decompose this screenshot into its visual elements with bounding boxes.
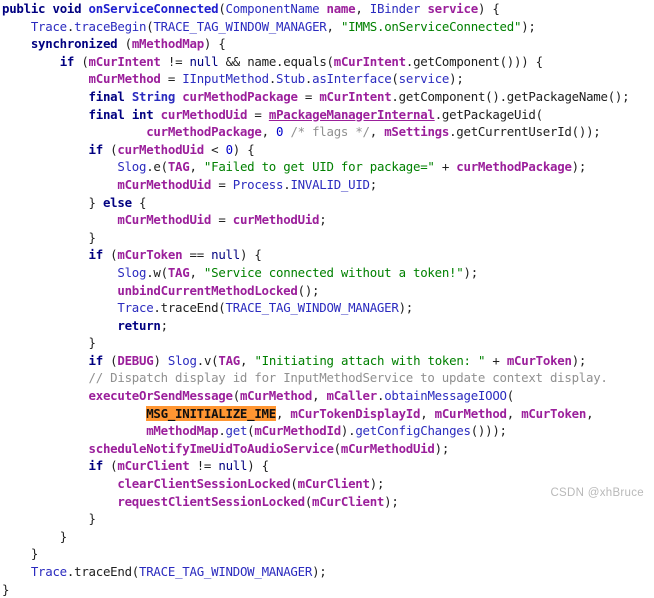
- code-line: }: [30, 546, 39, 562]
- code-line: if (mCurClient != null) {: [88, 458, 270, 474]
- code-line: final int curMethodUid = mPackageManager…: [88, 106, 544, 122]
- code-line: if (curMethodUid < 0) {: [88, 141, 255, 157]
- code-line: Trace.traceEnd(TRACE_TAG_WINDOW_MANAGER)…: [30, 564, 327, 579]
- code-line: Slog.e(TAG, "Failed to get UID for packa…: [117, 159, 587, 175]
- code-line: return;: [117, 317, 168, 333]
- code-line: }: [88, 511, 96, 527]
- code-line: }: [59, 528, 67, 544]
- code-line: mCurMethodUid = Process.INVALID_UID;: [117, 176, 377, 192]
- code-line-highlighted: MSG_INITIALIZE_IME, mCurTokenDisplayId, …: [146, 405, 594, 421]
- code-line: mCurMethodUid = curMethodUid;: [117, 212, 327, 228]
- code-viewer[interactable]: public void onServiceConnected(Component…: [0, 0, 654, 597]
- code-line: final String curMethodPackage = mCurInte…: [88, 88, 630, 104]
- code-line: }: [2, 581, 10, 597]
- code-line: }: [88, 229, 96, 245]
- code-line: Trace.traceEnd(TRACE_TAG_WINDOW_MANAGER)…: [117, 300, 413, 316]
- code-line: executeOrSendMessage(mCurMethod, mCaller…: [88, 388, 515, 404]
- code-line: Trace.traceBegin(TRACE_TAG_WINDOW_MANAGE…: [30, 18, 536, 34]
- watermark: CSDN @xhBruce: [550, 487, 644, 499]
- code-line: mMethodMap.get(mCurMethodId).getConfigCh…: [146, 423, 507, 439]
- code-line: }: [88, 335, 96, 351]
- code-line: if (mCurIntent != null && name.equals(mC…: [59, 53, 543, 69]
- code-line: if (DEBUG) Slog.v(TAG, "Initiating attac…: [88, 352, 587, 368]
- code-line: curMethodPackage, 0 /* flags */, mSettin…: [146, 124, 601, 140]
- highlighted-token: MSG_INITIALIZE_IME: [146, 405, 276, 421]
- code-line: if (mCurToken == null) {: [88, 247, 262, 263]
- code-line: synchronized (mMethodMap) {: [30, 36, 226, 52]
- code-line: Slog.w(TAG, "Service connected without a…: [117, 264, 478, 280]
- code-line-comment: // Dispatch display id for InputMethodSe…: [88, 370, 608, 386]
- code-line: unbindCurrentMethodLocked();: [117, 282, 320, 298]
- code-line: } else {: [88, 194, 147, 210]
- code-line: public void onServiceConnected(Component…: [2, 1, 500, 16]
- code-line: scheduleNotifyImeUidToAudioService(mCurM…: [88, 440, 450, 456]
- code-line: mCurMethod = IInputMethod.Stub.asInterfa…: [88, 71, 464, 87]
